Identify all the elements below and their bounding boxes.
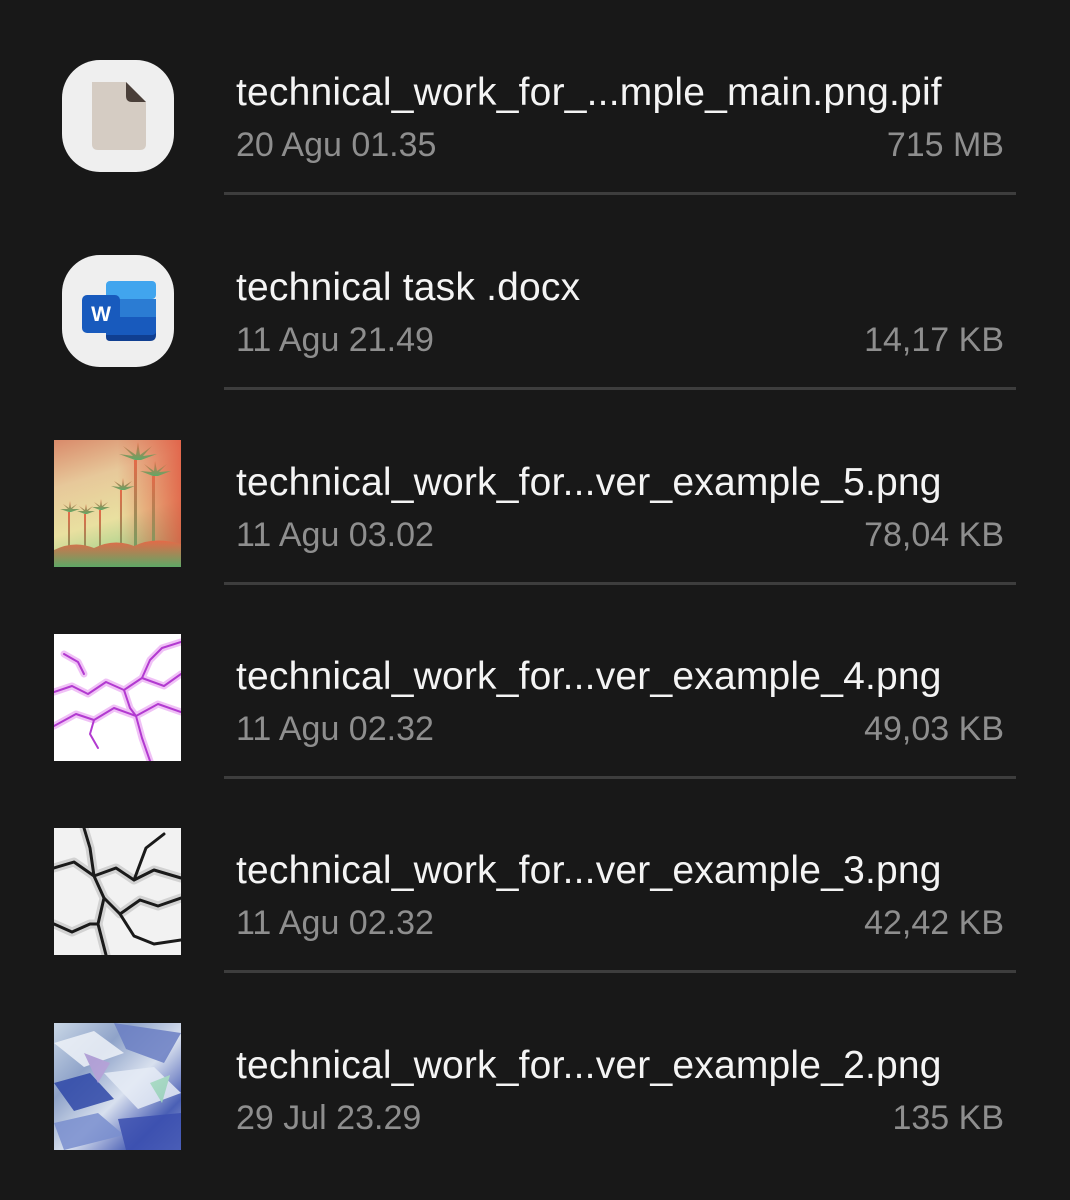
word-doc-icon: W bbox=[62, 255, 174, 367]
file-name: technical_work_for...ver_example_5.png bbox=[236, 461, 942, 504]
file-name: technical task .docx bbox=[236, 266, 581, 309]
file-row[interactable]: technical_work_for...ver_example_3.png 1… bbox=[0, 778, 1070, 973]
file-size: 135 KB bbox=[892, 1099, 1004, 1137]
file-date: 11 Agu 03.02 bbox=[236, 516, 434, 554]
file-row[interactable]: technical_work_for...ver_example_2.png 2… bbox=[0, 973, 1070, 1168]
file-date: 11 Agu 21.49 bbox=[236, 321, 434, 359]
file-size: 49,03 KB bbox=[864, 710, 1004, 748]
image-thumbnail bbox=[54, 634, 181, 761]
file-list: technical_work_for_...mple_main.png.pif … bbox=[0, 0, 1070, 1200]
file-date: 20 Agu 01.35 bbox=[236, 126, 437, 164]
file-row[interactable]: technical_work_for...ver_example_4.png 1… bbox=[0, 584, 1070, 779]
file-name: technical_work_for_...mple_main.png.pif bbox=[236, 71, 942, 114]
file-name: technical_work_for...ver_example_2.png bbox=[236, 1044, 942, 1087]
file-row[interactable]: W technical task .docx 11 Agu 21.49 14,1… bbox=[0, 195, 1070, 390]
file-date: 11 Agu 02.32 bbox=[236, 710, 434, 748]
file-size: 78,04 KB bbox=[864, 516, 1004, 554]
image-thumbnail bbox=[54, 828, 181, 955]
svg-text:W: W bbox=[91, 303, 111, 326]
file-name: technical_work_for...ver_example_3.png bbox=[236, 849, 942, 892]
file-name: technical_work_for...ver_example_4.png bbox=[236, 655, 942, 698]
image-thumbnail bbox=[54, 440, 181, 567]
file-size: 42,42 KB bbox=[864, 904, 1004, 942]
file-size: 715 MB bbox=[886, 126, 1004, 164]
file-row[interactable]: technical_work_for_...mple_main.png.pif … bbox=[0, 0, 1070, 195]
file-date: 11 Agu 02.32 bbox=[236, 904, 434, 942]
file-row[interactable]: technical_work_for...ver_example_5.png 1… bbox=[0, 390, 1070, 585]
generic-file-icon bbox=[62, 60, 174, 172]
file-date: 29 Jul 23.29 bbox=[236, 1099, 422, 1137]
file-size: 14,17 KB bbox=[864, 321, 1004, 359]
image-thumbnail bbox=[54, 1023, 181, 1150]
